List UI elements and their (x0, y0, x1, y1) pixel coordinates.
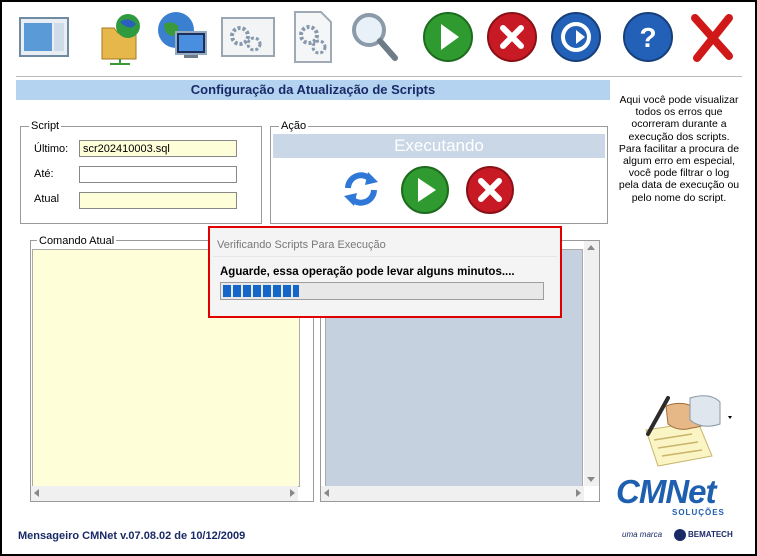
bematech-logo-icon (674, 529, 686, 541)
folder-network-icon[interactable] (92, 8, 148, 66)
magnifier-icon[interactable] (346, 8, 402, 66)
atual-label: Atual (34, 193, 60, 205)
ate-field[interactable] (79, 166, 237, 183)
command-panel-legend: Comando Atual (37, 235, 117, 247)
cmnet-logo: CMNet SOLUÇÕES uma marca BEMATECH (616, 474, 746, 546)
log-vertical-scrollbar[interactable] (584, 241, 599, 486)
exit-icon[interactable] (548, 8, 604, 66)
play-icon[interactable] (420, 8, 476, 66)
ate-label: Até: (34, 168, 54, 180)
scroll-right-icon[interactable] (290, 489, 295, 497)
logo-sub: SOLUÇÕES (672, 508, 725, 517)
logo-brand: BEMATECH (688, 530, 733, 539)
log-horizontal-scrollbar[interactable] (321, 486, 584, 501)
help-icon[interactable]: ? (620, 8, 676, 66)
script-group-legend: Script (29, 120, 62, 132)
progress-bar (220, 282, 544, 300)
globe-computer-icon[interactable] (154, 8, 210, 66)
scroll-left-icon[interactable] (324, 489, 329, 497)
toolbar: ? (2, 2, 755, 72)
progress-dialog: Verificando Scripts Para Execução Aguard… (208, 226, 562, 318)
dialog-message: Aguarde, essa operação pode levar alguns… (220, 266, 515, 278)
run-button[interactable] (399, 164, 451, 216)
refresh-icon[interactable] (338, 166, 384, 212)
settings-document-icon[interactable] (284, 8, 340, 66)
help-text: Aqui você pode visualizar todos os erros… (618, 94, 740, 204)
scroll-right-icon[interactable] (576, 489, 581, 497)
page-title: Configuração da Atualização de Scripts (16, 80, 610, 100)
scroll-up-icon[interactable] (587, 245, 595, 250)
svg-text:?: ? (639, 22, 656, 53)
script-group: Script Último: scr202410003.sql Até: Atu… (20, 120, 262, 224)
dialog-title: Verificando Scripts Para Execução (217, 239, 386, 251)
logo-main: CMNet (616, 473, 717, 510)
settings-window-icon[interactable] (220, 8, 276, 66)
execution-status: Executando (273, 134, 605, 158)
action-group-legend: Ação (279, 120, 309, 132)
scroll-left-icon[interactable] (34, 489, 39, 497)
ultimo-label: Último: (34, 143, 69, 155)
footer-version: Mensageiro CMNet v.07.08.02 de 10/12/200… (18, 530, 246, 542)
stop-icon[interactable] (484, 8, 540, 66)
dialog-divider (213, 256, 557, 257)
close-icon[interactable] (684, 8, 740, 66)
command-horizontal-scrollbar[interactable] (31, 486, 298, 501)
scroll-down-icon[interactable] (587, 477, 595, 482)
ultimo-field[interactable]: scr202410003.sql (79, 140, 237, 157)
logo-tag: uma marca (622, 530, 663, 539)
main-window: ? Configuração da Atualização de Scripts… (0, 0, 757, 556)
signature-hand-icon[interactable] (628, 386, 738, 470)
atual-field[interactable] (79, 192, 237, 209)
progress-fill (223, 285, 300, 297)
cancel-button[interactable] (464, 164, 516, 216)
toolbar-separator (16, 76, 742, 77)
window-icon[interactable] (16, 8, 72, 66)
